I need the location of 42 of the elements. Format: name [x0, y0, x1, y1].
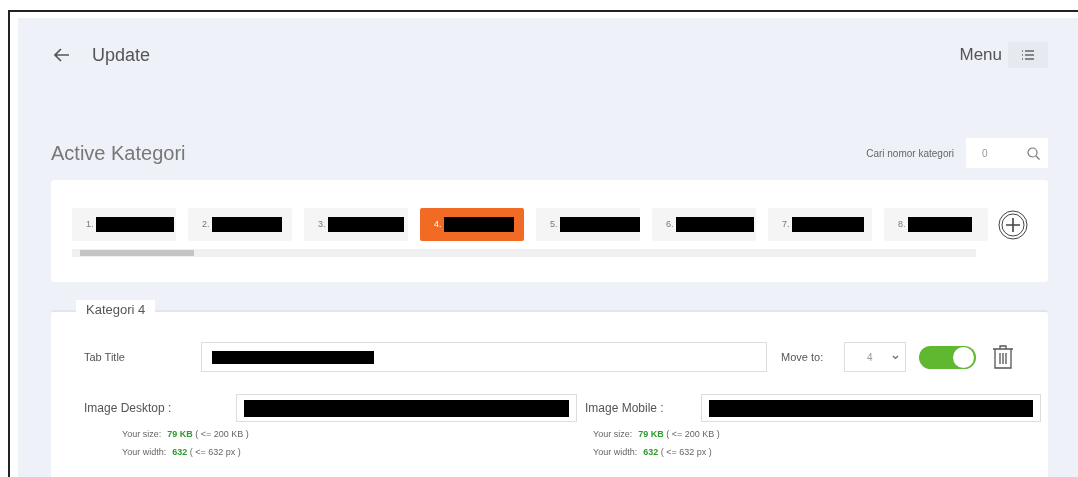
width-reading: 632 ( <= 632 px ) — [172, 445, 241, 459]
section-title: Active Kategori — [51, 141, 186, 166]
search-field[interactable]: 0 — [966, 138, 1048, 168]
width-reading: 632 ( <= 632 px ) — [643, 445, 712, 459]
add-icon[interactable] — [998, 209, 1028, 240]
category-tab[interactable]: 8. — [884, 208, 988, 241]
search-icon — [1027, 146, 1040, 160]
menu-button[interactable] — [1008, 42, 1048, 68]
size-reading: 79 KB ( <= 200 KB ) — [167, 428, 249, 441]
file-field[interactable] — [701, 394, 1041, 422]
category-tab[interactable]: 1. — [72, 208, 176, 241]
menu-label: Menu — [959, 44, 1002, 67]
field-label: Image Desktop : — [84, 400, 173, 417]
redaction-bar — [443, 217, 514, 232]
toggle-switch[interactable] — [919, 345, 976, 369]
field-label: Image Mobile : — [585, 400, 665, 417]
tab-title-field[interactable] — [201, 342, 767, 372]
file-field[interactable] — [236, 394, 577, 422]
search-label: Cari nomor kategori — [866, 146, 954, 161]
move-to-select[interactable]: 4 — [844, 342, 906, 372]
redaction-bar — [211, 217, 282, 232]
width-label: Your width: — [593, 445, 638, 459]
category-tab[interactable]: 5. — [536, 208, 640, 241]
page-title: Update — [92, 43, 151, 67]
category-tab[interactable]: 4. — [420, 208, 524, 241]
category-tab[interactable]: 3. — [304, 208, 408, 241]
size-label: Your size: — [122, 428, 162, 441]
size-label: Your size: — [593, 428, 633, 441]
field-label: Tab Title — [84, 349, 126, 365]
trash-icon[interactable] — [992, 345, 1014, 369]
move-to-label: Move to: — [781, 349, 825, 365]
size-reading: 79 KB ( <= 200 KB ) — [638, 428, 720, 441]
horizontal-scrollbar[interactable] — [72, 249, 976, 257]
back-arrow-icon[interactable] — [54, 48, 70, 62]
menu-icon — [1022, 50, 1034, 60]
width-label: Your width: — [122, 445, 167, 459]
redaction-bar — [907, 217, 972, 232]
caret-icon — [892, 354, 899, 360]
category-tab[interactable]: 6. — [652, 208, 756, 241]
category-tab[interactable]: 7. — [768, 208, 872, 241]
card-legend: Kategori 4 — [76, 300, 156, 320]
category-tab[interactable]: 2. — [188, 208, 292, 241]
